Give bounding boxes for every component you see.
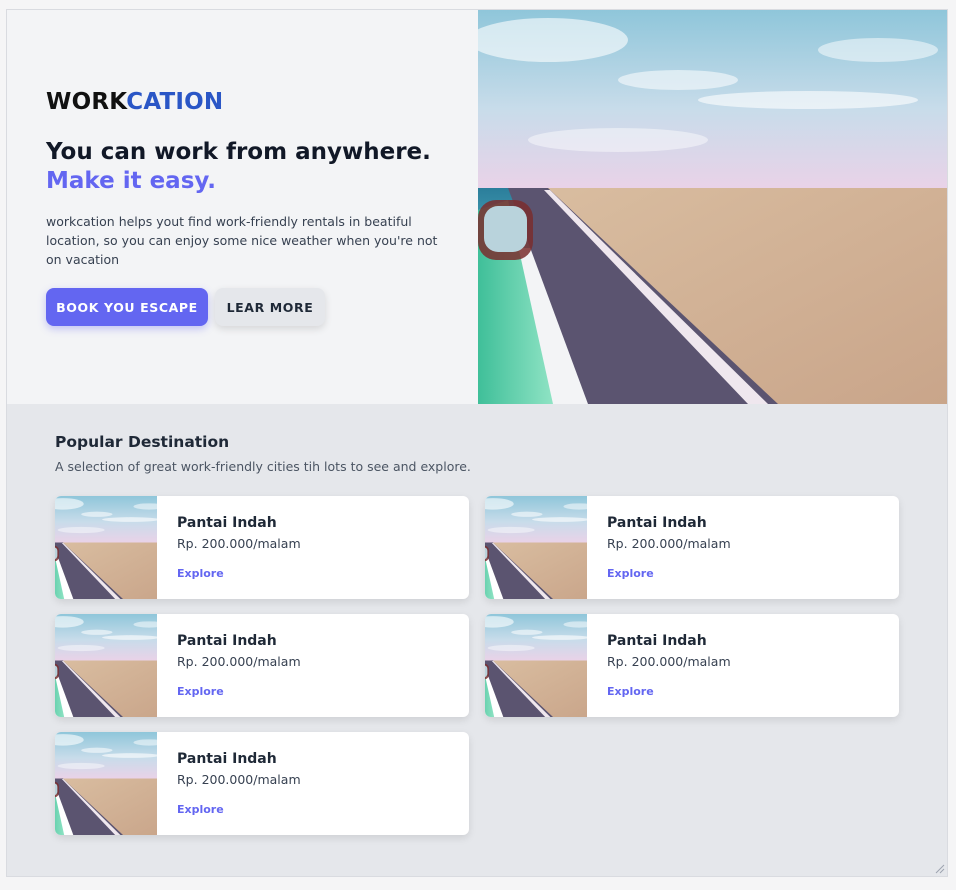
card-title: Pantai Indah [607,633,707,649]
card-price: Rp. 200.000/malam [607,536,731,551]
destination-card[interactable]: Pantai Indah Rp. 200.000/malam Explore [485,496,899,599]
section-title: Popular Destination [55,433,230,451]
card-body: Pantai Indah Rp. 200.000/malam Explore [157,732,301,835]
hero-image [478,10,948,404]
card-body: Pantai Indah Rp. 200.000/malam Explore [157,614,301,717]
destination-thumbnail [485,614,587,717]
brand-logo-part1: WORK [46,89,127,115]
brand-logo-part2: CATION [126,89,224,115]
destination-card[interactable]: Pantai Indah Rp. 200.000/malam Explore [485,614,899,717]
destination-card[interactable]: Pantai Indah Rp. 200.000/malam Explore [55,732,469,835]
card-title: Pantai Indah [177,633,277,649]
card-title: Pantai Indah [607,515,707,531]
explore-link[interactable]: Explore [177,803,224,816]
hero-description: workcation helps yout find work-friendly… [46,214,438,267]
resize-handle-icon[interactable] [933,862,945,874]
destination-thumbnail [55,614,157,717]
card-price: Rp. 200.000/malam [177,772,301,787]
card-body: Pantai Indah Rp. 200.000/malam Explore [157,496,301,599]
book-escape-button[interactable]: BOOK YOU ESCAPE [46,288,208,326]
page-frame: WORKCATION You can work from anywhere. M… [6,9,948,877]
explore-link[interactable]: Explore [177,567,224,580]
hero-section: WORKCATION You can work from anywhere. M… [7,10,947,404]
explore-link[interactable]: Explore [177,685,224,698]
card-body: Pantai Indah Rp. 200.000/malam Explore [587,496,731,599]
destination-thumbnail [55,732,157,835]
explore-link[interactable]: Explore [607,567,654,580]
card-price: Rp. 200.000/malam [177,536,301,551]
popular-destination-section: Popular Destination A selection of great… [55,432,905,835]
destination-thumbnail [485,496,587,599]
destination-card[interactable]: Pantai Indah Rp. 200.000/malam Explore [55,614,469,717]
section-subtitle: A selection of great work-friendly citie… [55,459,471,474]
destination-card[interactable]: Pantai Indah Rp. 200.000/malam Explore [55,496,469,599]
hero-content: WORKCATION You can work from anywhere. M… [46,88,456,326]
learn-more-button[interactable]: LEAR MORE [215,288,325,326]
card-price: Rp. 200.000/malam [607,654,731,669]
card-title: Pantai Indah [177,751,277,767]
hero-headline-accent: Make it easy. [46,168,217,194]
card-price: Rp. 200.000/malam [177,654,301,669]
brand-logo[interactable]: WORKCATION [46,88,456,116]
destination-thumbnail [55,496,157,599]
card-body: Pantai Indah Rp. 200.000/malam Explore [587,614,731,717]
hero-headline: You can work from anywhere. Make it easy… [46,138,456,196]
card-title: Pantai Indah [177,515,277,531]
hero-headline-text: You can work from anywhere. [46,139,431,165]
explore-link[interactable]: Explore [607,685,654,698]
hero-actions: BOOK YOU ESCAPE LEAR MORE [46,288,456,326]
